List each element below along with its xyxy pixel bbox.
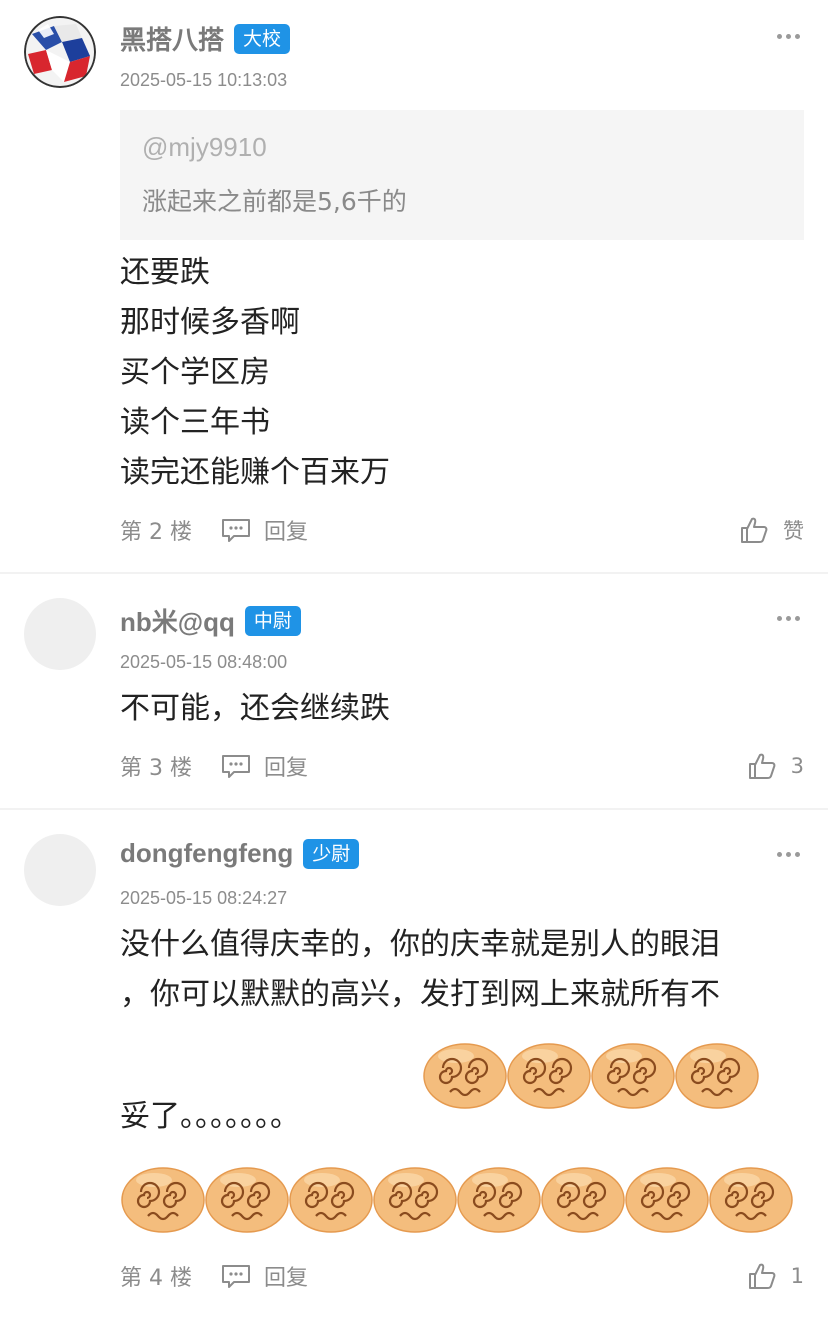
text-line: 读个三年书 <box>120 405 270 440</box>
dizzy-face-emoji <box>372 1162 458 1234</box>
dizzy-face-emoji <box>120 1162 206 1234</box>
post-time: 2025-05-15 08:48:00 <box>120 652 288 672</box>
rank-badge: 中尉 <box>244 605 301 636</box>
username[interactable]: dongfengfeng <box>120 838 293 869</box>
quoted-comment[interactable]: @mjy9910 涨起来之前都是5,6千的 <box>120 110 804 240</box>
like-count: 3 <box>790 754 804 778</box>
dizzy-face-emoji <box>204 1162 290 1234</box>
more-options-icon[interactable] <box>777 616 800 621</box>
text-line: 还要跌 <box>120 255 210 290</box>
dizzy-face-emoji <box>506 1038 592 1110</box>
reply-button[interactable]: 回复 <box>220 1260 308 1292</box>
username[interactable]: nb米@qq <box>120 602 235 639</box>
comment-text-line: 没什么值得庆幸的，你的庆幸就是别人的眼泪 <box>120 927 720 962</box>
dizzy-face-emoji <box>708 1162 794 1234</box>
like-button[interactable]: 1 <box>747 1256 804 1296</box>
more-options-icon[interactable] <box>777 852 800 857</box>
quoted-user: @mjy9910 <box>142 132 267 162</box>
football-flags-avatar-icon <box>24 16 96 88</box>
comment-floor-2: 黑搭八搭 大校 2025-05-15 10:13:03 @mjy9910 涨起来… <box>0 0 828 572</box>
comment-icon <box>222 1265 250 1288</box>
reply-label: 回复 <box>264 1266 309 1291</box>
comment-icon <box>222 755 250 778</box>
rank-badge: 少尉 <box>303 838 360 869</box>
like-button[interactable]: 3 <box>747 746 804 786</box>
text-line: 读完还能赚个百来万 <box>120 455 390 490</box>
post-time: 2025-05-15 10:13:03 <box>120 70 288 90</box>
dizzy-face-emoji <box>590 1038 676 1110</box>
comment-text: 还要跌 那时候多香啊 买个学区房 读个三年书 读完还能赚个百来万 <box>120 248 390 498</box>
comment-text-line: ，你可以默默的高兴，发打到网上来就所有不 <box>120 977 720 1012</box>
dizzy-face-emoji <box>288 1162 374 1234</box>
floor-number: 第 3 楼 <box>120 756 192 781</box>
quoted-text: 涨起来之前都是5,6千的 <box>142 187 407 216</box>
reply-button[interactable]: 回复 <box>220 750 308 782</box>
comment-floor-4: dongfengfeng 少尉 2025-05-15 08:24:27 没什么值… <box>0 810 828 1320</box>
like-count: 1 <box>790 1264 804 1288</box>
thumbs-up-icon <box>741 517 768 543</box>
avatar[interactable] <box>24 16 96 88</box>
dizzy-face-emoji <box>456 1162 542 1234</box>
dizzy-face-emoji <box>624 1162 710 1234</box>
avatar[interactable] <box>24 834 96 906</box>
rank-badge: 大校 <box>234 23 291 54</box>
dizzy-face-emoji <box>540 1162 626 1234</box>
dizzy-face-emoji <box>674 1038 760 1110</box>
floor-number: 第 2 楼 <box>120 520 192 545</box>
floor-number: 第 4 楼 <box>120 1266 192 1291</box>
post-time: 2025-05-15 08:24:27 <box>120 888 288 908</box>
reply-button[interactable]: 回复 <box>220 514 308 546</box>
comment-text: 不可能，还会继续跌 <box>120 691 390 726</box>
reply-label: 回复 <box>264 520 309 545</box>
text-line: 那时候多香啊 <box>120 305 300 340</box>
username[interactable]: 黑搭八搭 <box>120 20 224 57</box>
comment-icon <box>222 519 250 542</box>
more-options-icon[interactable] <box>777 34 800 39</box>
text-line: 买个学区房 <box>120 355 270 390</box>
like-count: 赞 <box>783 519 804 543</box>
thumbs-up-icon <box>748 753 776 779</box>
reply-label: 回复 <box>264 756 309 781</box>
avatar[interactable] <box>24 598 96 670</box>
thumbs-up-icon <box>748 1263 776 1289</box>
comment-floor-3: nb米@qq 中尉 2025-05-15 08:48:00 不可能，还会继续跌 … <box>0 574 828 808</box>
like-button[interactable]: 赞 <box>739 510 804 550</box>
dizzy-face-emoji <box>422 1038 508 1110</box>
